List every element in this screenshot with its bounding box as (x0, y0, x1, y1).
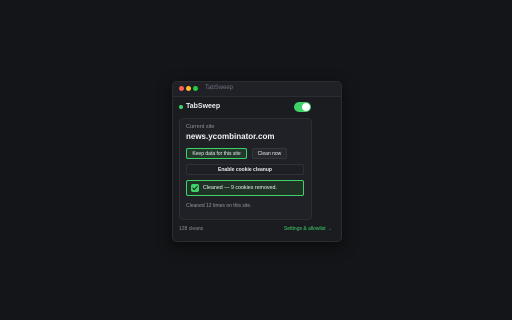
zoom-window-button[interactable] (193, 86, 198, 91)
popup-window: TabSweep TabSweep Current site news.ycom… (172, 81, 342, 242)
check-icon (191, 184, 199, 192)
minimize-window-button[interactable] (186, 86, 191, 91)
site-domain: news.ycombinator.com (186, 132, 275, 141)
app-name: TabSweep (186, 103, 221, 110)
clean-now-button[interactable]: Clean now (252, 148, 287, 159)
close-window-button[interactable] (179, 86, 184, 91)
status-dot-icon (179, 105, 183, 109)
enable-cookie-cleanup-button[interactable]: Enable cookie cleanup (186, 164, 304, 175)
total-cleans-count: 128 cleans (179, 226, 204, 232)
site-card: Current site news.ycombinator.com Keep d… (179, 118, 312, 220)
cleaned-notice: Cleaned — 9 cookies removed. (186, 180, 304, 196)
notice-text: Cleaned — 9 cookies removed. (203, 185, 277, 191)
keep-data-button[interactable]: Keep data for this site (186, 148, 247, 159)
settings-allowlist-link[interactable]: Settings & allowlist → (284, 226, 332, 232)
title-bar: TabSweep (173, 82, 341, 97)
window-title: TabSweep (205, 85, 234, 91)
current-site-label: Current site (186, 124, 215, 130)
enable-toggle[interactable] (294, 102, 311, 112)
toggle-knob (302, 103, 310, 111)
site-cleaned-count: Cleaned 12 times on this site. (186, 203, 252, 209)
